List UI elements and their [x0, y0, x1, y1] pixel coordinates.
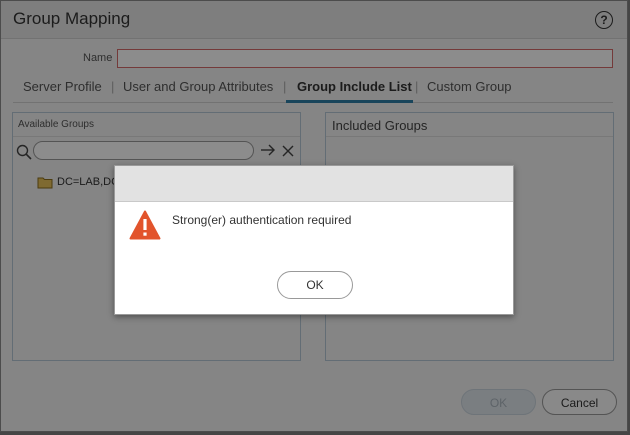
alert-message: Strong(er) authentication required — [172, 213, 352, 227]
warning-triangle-icon — [129, 210, 161, 245]
alert-dialog: Strong(er) authentication required OK — [114, 165, 514, 315]
alert-titlebar — [115, 166, 513, 202]
alert-ok-button[interactable]: OK — [277, 271, 353, 299]
